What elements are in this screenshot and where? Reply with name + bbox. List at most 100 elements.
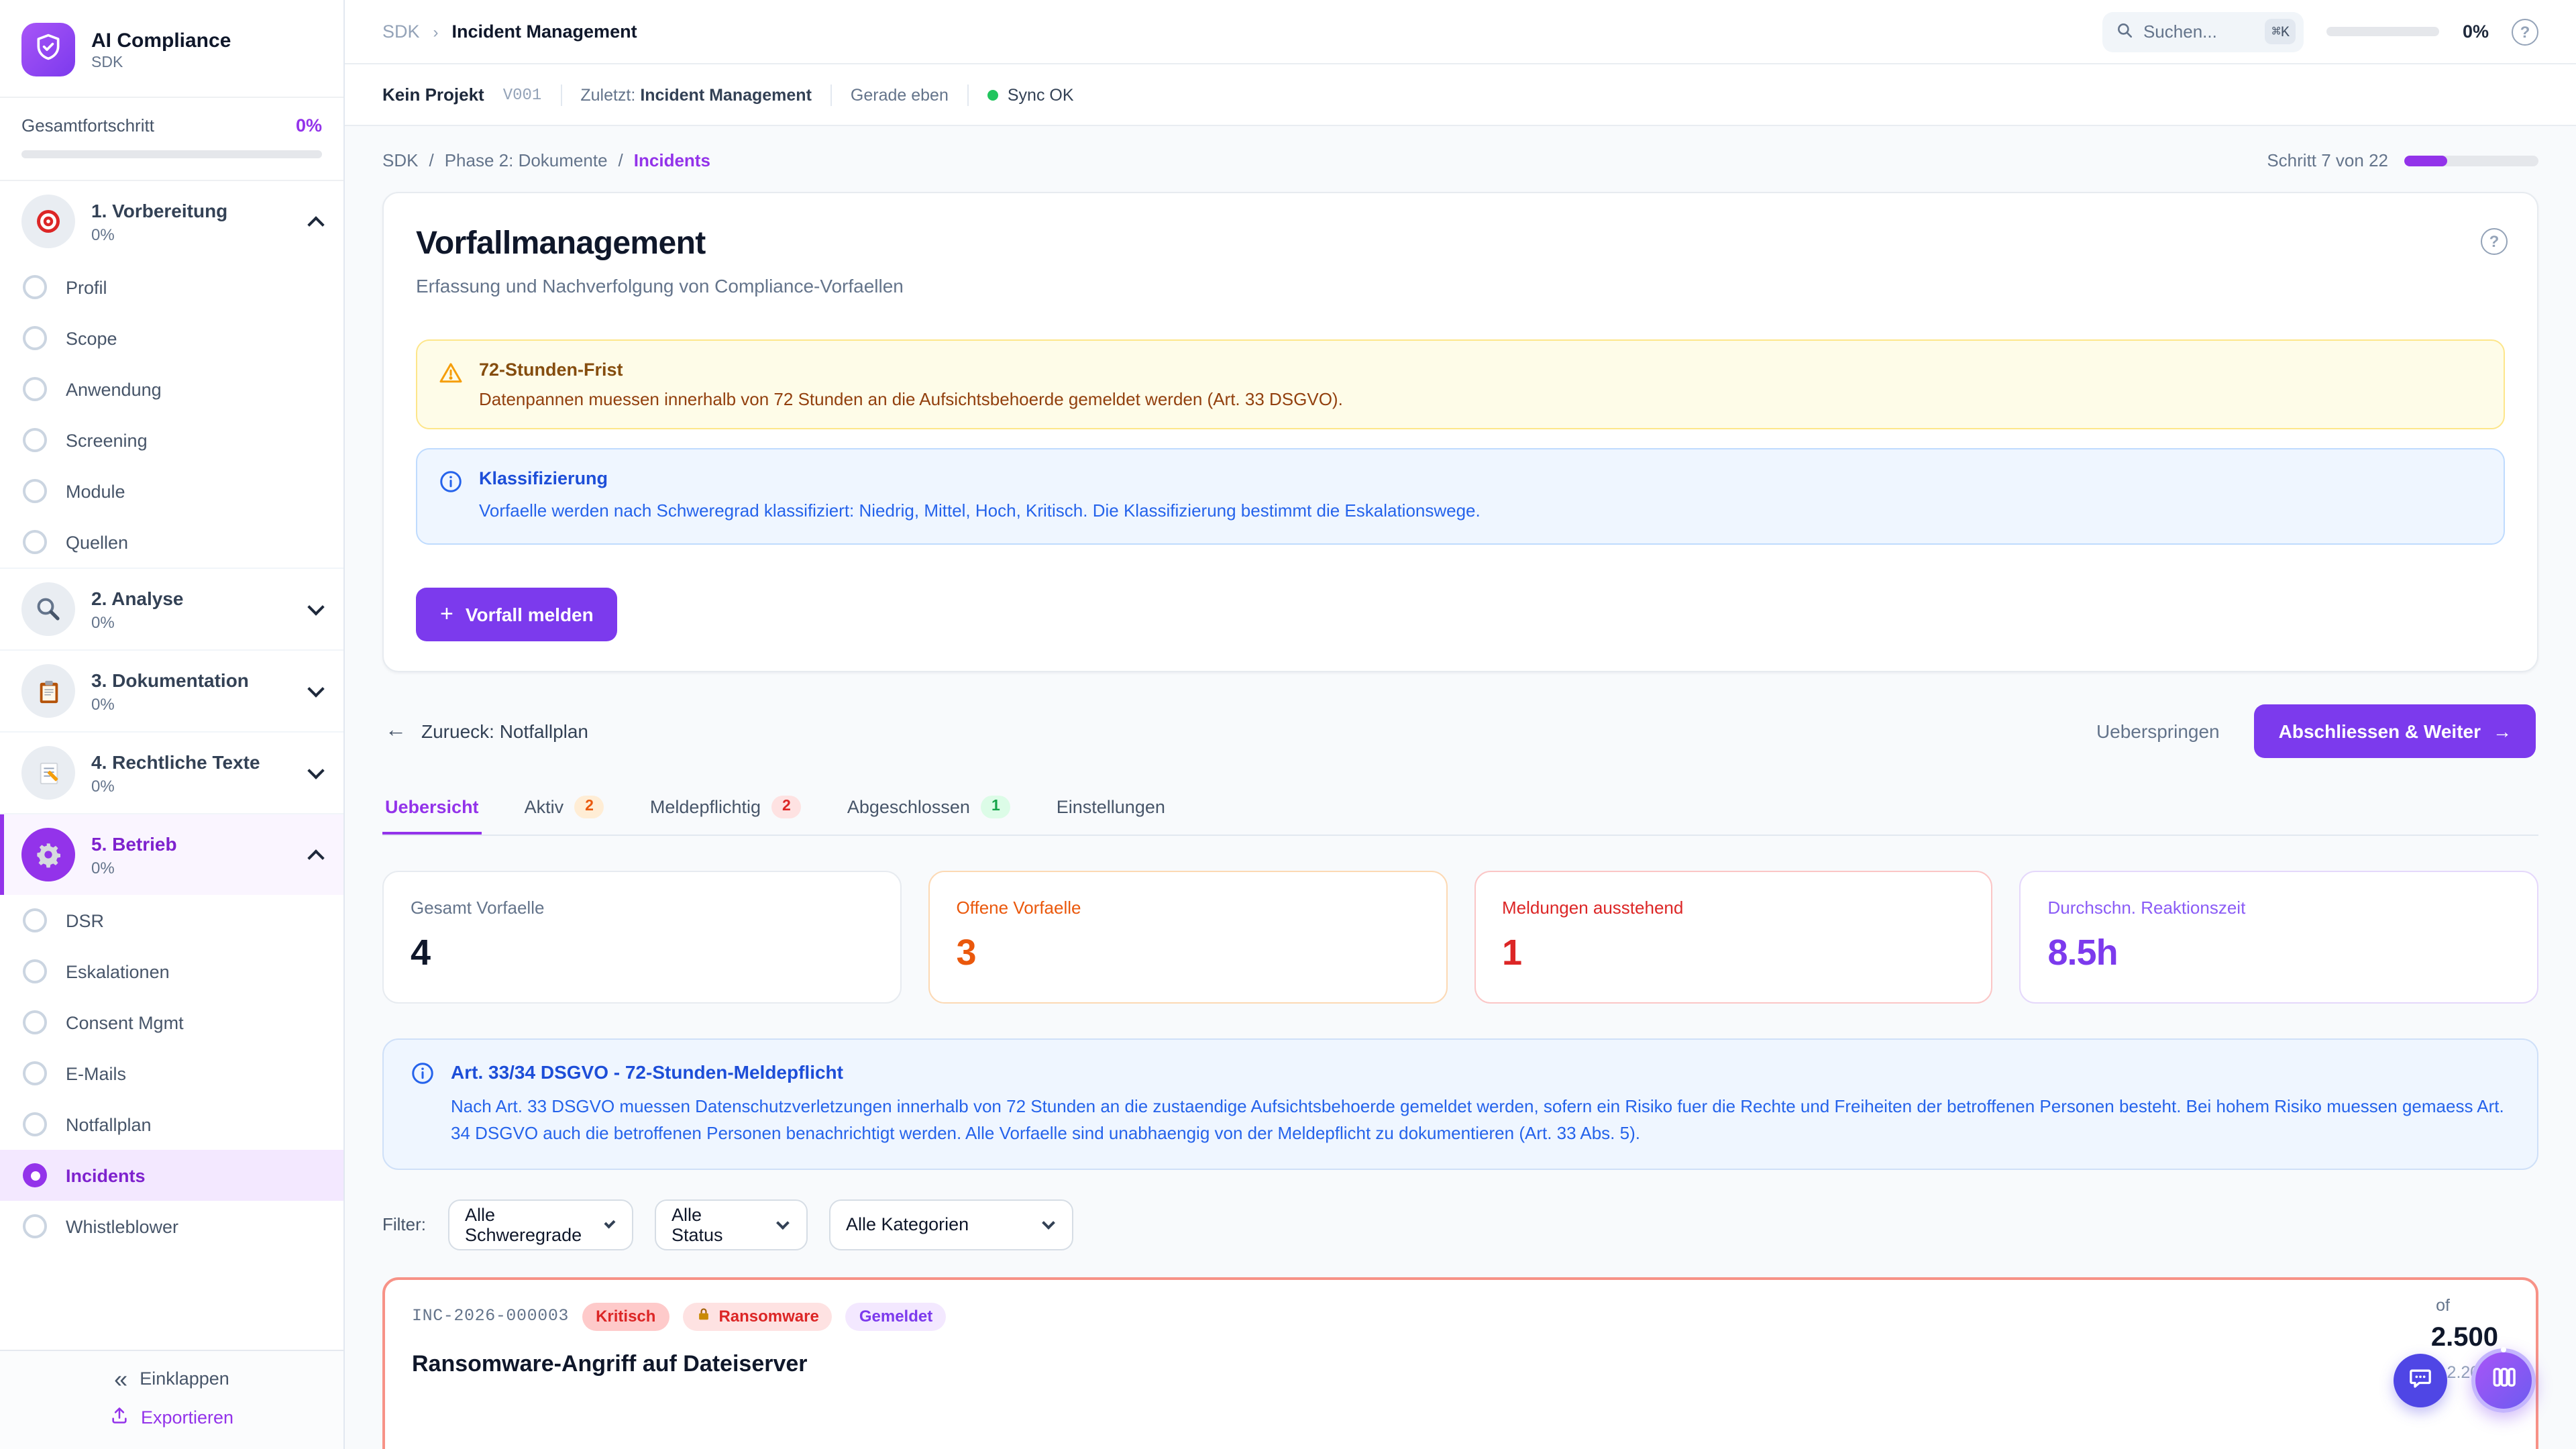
page-title: Vorfallmanagement bbox=[416, 225, 2505, 263]
content-column: SDK › Incident Management Suchen... ⌘K 0… bbox=[345, 0, 2576, 1449]
last-saved-time: Gerade eben bbox=[851, 85, 949, 104]
project-name: Kein Projekt bbox=[382, 85, 484, 105]
warning-body: Datenpannen muessen innerhalb von 72 Stu… bbox=[479, 389, 1343, 409]
stat-value: 8.5h bbox=[2048, 932, 2511, 973]
incident-card[interactable]: INC-2026-000003 Kritisch Ransomware Geme… bbox=[382, 1277, 2538, 1449]
chevron-down-icon bbox=[776, 1216, 789, 1229]
help-icon[interactable]: ? bbox=[2481, 228, 2508, 255]
sidebar-item-label: Consent Mgmt bbox=[66, 1012, 184, 1032]
warning-triangle-icon bbox=[439, 361, 463, 392]
breadcrumb: SDK › Incident Management bbox=[382, 21, 637, 42]
dsgvo-note-box: Art. 33/34 DSGVO - 72-Stunden-Meldepflic… bbox=[382, 1038, 2538, 1170]
radio-icon bbox=[23, 326, 47, 350]
tab-einstellungen[interactable]: Einstellungen bbox=[1054, 792, 1168, 834]
gear-icon bbox=[21, 828, 75, 881]
export-button[interactable]: Exportieren bbox=[110, 1406, 233, 1429]
stat-value: 1 bbox=[1502, 932, 1965, 973]
section-header-analyse[interactable]: 2. Analyse 0% bbox=[0, 569, 343, 649]
stat-card-total: Gesamt Vorfaelle 4 bbox=[382, 870, 902, 1003]
app-root: AI Compliance SDK Gesamtfortschritt 0% 1… bbox=[0, 0, 2576, 1449]
memo-icon bbox=[21, 746, 75, 800]
tab-meldepflichtig[interactable]: Meldepflichtig2 bbox=[647, 792, 804, 834]
section-pct: 0% bbox=[91, 225, 227, 244]
severity-filter-select[interactable]: Alle Schweregrade bbox=[447, 1199, 633, 1250]
tab-uebersicht[interactable]: Uebersicht bbox=[382, 792, 482, 834]
classification-info-box: Klassifizierung Vorfaelle werden nach Sc… bbox=[416, 448, 2505, 544]
radio-icon bbox=[23, 428, 47, 452]
section-label: 3. Dokumentation bbox=[91, 669, 249, 690]
section-header-vorbereitung[interactable]: 1. Vorbereitung 0% bbox=[0, 181, 343, 262]
stat-value: 3 bbox=[957, 932, 1419, 973]
search-input[interactable]: Suchen... ⌘K bbox=[2103, 11, 2304, 52]
skip-button[interactable]: Ueberspringen bbox=[2096, 720, 2220, 741]
info-icon bbox=[439, 470, 463, 500]
section-label: 1. Vorbereitung bbox=[91, 199, 227, 221]
tab-abgeschlossen[interactable]: Abgeschlossen1 bbox=[845, 792, 1014, 834]
tab-badge: 1 bbox=[981, 795, 1011, 818]
sidebar-item-label: DSR bbox=[66, 910, 104, 930]
plus-icon: + bbox=[440, 600, 453, 627]
export-label: Exportieren bbox=[141, 1407, 233, 1428]
chat-fab-button[interactable] bbox=[2394, 1354, 2447, 1407]
category-filter-select[interactable]: Alle Kategorien bbox=[828, 1199, 1073, 1250]
filter-row: Filter: Alle Schweregrade Alle Status Al… bbox=[382, 1199, 2538, 1250]
complete-next-button[interactable]: Abschliessen & Weiter → bbox=[2255, 704, 2536, 757]
sidebar-footer: « Einklappen Exportieren bbox=[0, 1350, 343, 1449]
step-crumb-sdk[interactable]: SDK bbox=[382, 150, 418, 170]
sidebar-item-anwendung[interactable]: Anwendung bbox=[0, 364, 343, 415]
panels-fab-button[interactable] bbox=[2471, 1348, 2536, 1413]
sidebar-item-label: Incidents bbox=[66, 1165, 146, 1185]
info-body: Vorfaelle werden nach Schweregrad klassi… bbox=[479, 498, 1481, 524]
overall-progress-value: 0% bbox=[296, 115, 322, 136]
section-header-dokumentation[interactable]: 3. Dokumentation 0% bbox=[0, 651, 343, 731]
sidebar-item-eskalationen[interactable]: Eskalationen bbox=[0, 946, 343, 997]
section-header-betrieb[interactable]: 5. Betrieb 0% bbox=[0, 814, 343, 895]
chevron-down-icon bbox=[1041, 1216, 1055, 1230]
sidebar-item-incidents[interactable]: Incidents bbox=[0, 1150, 343, 1201]
tab-aktiv[interactable]: Aktiv2 bbox=[522, 792, 607, 834]
search-icon bbox=[2116, 21, 2134, 42]
sidebar-nav: 1. Vorbereitung 0% Profil Scope Anwendun… bbox=[0, 181, 343, 1350]
top-progress-value: 0% bbox=[2463, 21, 2489, 42]
breadcrumb-root[interactable]: SDK bbox=[382, 21, 420, 42]
help-icon[interactable]: ? bbox=[2512, 18, 2538, 45]
sidebar-item-consent-mgmt[interactable]: Consent Mgmt bbox=[0, 997, 343, 1048]
sidebar-item-notfallplan[interactable]: Notfallplan bbox=[0, 1099, 343, 1150]
sidebar-item-module[interactable]: Module bbox=[0, 466, 343, 517]
section-header-rechtliche-texte[interactable]: 4. Rechtliche Texte 0% bbox=[0, 733, 343, 813]
sidebar-item-label: Notfallplan bbox=[66, 1114, 152, 1134]
radio-icon bbox=[23, 908, 47, 932]
sidebar-item-whistleblower[interactable]: Whistleblower bbox=[0, 1201, 343, 1252]
app-logo bbox=[21, 23, 75, 76]
collapse-sidebar-button[interactable]: « Einklappen bbox=[114, 1368, 229, 1389]
step-crumb-current: Incidents bbox=[634, 150, 710, 170]
sidebar-item-screening[interactable]: Screening bbox=[0, 415, 343, 466]
lock-icon bbox=[696, 1307, 710, 1326]
step-crumb-phase[interactable]: Phase 2: Dokumente bbox=[445, 150, 608, 170]
sidebar-item-emails[interactable]: E-Mails bbox=[0, 1048, 343, 1099]
radio-icon bbox=[23, 377, 47, 401]
report-incident-button[interactable]: + Vorfall melden bbox=[416, 587, 618, 641]
warning-title: 72-Stunden-Frist bbox=[479, 360, 1343, 380]
section-dokumentation: 3. Dokumentation 0% bbox=[0, 649, 343, 731]
sidebar-item-scope[interactable]: Scope bbox=[0, 313, 343, 364]
overall-progress: Gesamtfortschritt 0% bbox=[0, 98, 343, 181]
sidebar-item-dsr[interactable]: DSR bbox=[0, 895, 343, 946]
upload-icon bbox=[110, 1406, 129, 1429]
report-incident-label: Vorfall melden bbox=[466, 603, 594, 625]
incident-title: Ransomware-Angriff auf Dateiserver bbox=[412, 1351, 2509, 1378]
divider bbox=[967, 84, 969, 105]
status-filter-select[interactable]: Alle Status bbox=[654, 1199, 807, 1250]
sidebar-item-quellen[interactable]: Quellen bbox=[0, 517, 343, 568]
search-shortcut: ⌘K bbox=[2265, 19, 2296, 44]
page-card: Vorfallmanagement Erfassung und Nachverf… bbox=[382, 192, 2538, 672]
wizard-nav-row: ← Zurueck: Notfallplan Ueberspringen Abs… bbox=[385, 704, 2536, 757]
sidebar-item-label: Anwendung bbox=[66, 379, 162, 399]
back-link[interactable]: ← Zurueck: Notfallplan bbox=[385, 718, 588, 743]
page-subtitle: Erfassung und Nachverfolgung von Complia… bbox=[416, 275, 2505, 297]
sidebar-item-profil[interactable]: Profil bbox=[0, 262, 343, 313]
sidebar-item-label: Eskalationen bbox=[66, 961, 170, 981]
incident-side-value: 2.500 bbox=[2424, 1323, 2498, 1354]
sync-label: Sync OK bbox=[1008, 85, 1074, 104]
section-pct: 0% bbox=[91, 612, 184, 631]
